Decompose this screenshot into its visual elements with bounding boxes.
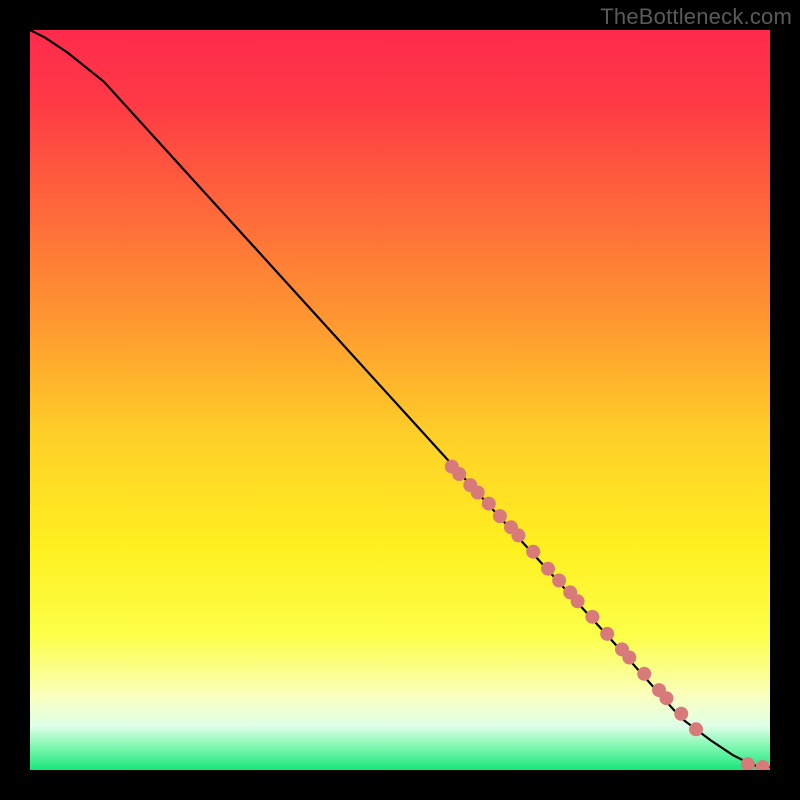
chart-marker	[689, 722, 703, 736]
chart-marker	[585, 610, 599, 624]
chart-marker	[493, 509, 507, 523]
chart-marker	[482, 497, 496, 511]
chart-marker	[600, 627, 614, 641]
chart-marker	[659, 691, 673, 705]
chart-marker	[541, 562, 555, 576]
chart-background	[30, 30, 770, 770]
chart-svg	[30, 30, 770, 770]
chart-marker	[552, 574, 566, 588]
chart-marker	[526, 545, 540, 559]
attribution-text: TheBottleneck.com	[600, 4, 792, 30]
chart-marker	[571, 594, 585, 608]
chart-marker	[637, 667, 651, 681]
chart-marker	[452, 467, 466, 481]
page-root: TheBottleneck.com	[0, 0, 800, 800]
chart-marker	[622, 651, 636, 665]
chart-marker	[471, 486, 485, 500]
chart-plot-area	[30, 30, 770, 770]
chart-marker	[674, 707, 688, 721]
chart-marker	[511, 528, 525, 542]
